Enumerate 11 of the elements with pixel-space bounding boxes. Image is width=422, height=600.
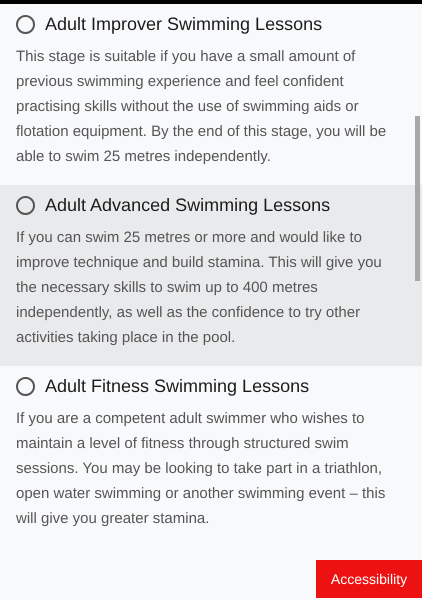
radio-button[interactable] — [16, 14, 35, 34]
option-title: Adult Advanced Swimming Lessons — [45, 194, 330, 217]
radio-button[interactable] — [16, 196, 35, 214]
option-description: If you are a competent adult swimmer who wishes to maintain a level of fitness through structured swim sessions. You may be looking to take part in a triathlon, open water swimming or another swimming event – this will give you greater stamina. — [16, 409, 386, 529]
radio-button[interactable] — [16, 376, 35, 396]
option-description: This stage is suitable if you have a small amount of previous swimming experience and feel confident practising skills without the use of swimming aids or flotation equipment. By the end of this stage, you will be able to swim 25 metres independently. — [16, 47, 388, 167]
option-title: Adult Fitness Swimming Lessons — [45, 374, 310, 398]
option-card[interactable] — [0, 185, 422, 366]
option-description: If you can swim 25 metres or more and would like to improve technique and build stamina. This will give you the necessary skills to swim up to 400 metres independently, as well as the confidence to try other activities taking place in the pool. — [16, 228, 383, 348]
accessibility-button[interactable]: Accessibility — [316, 560, 422, 598]
option-title: Adult Improver Swimming Lessons — [45, 12, 322, 36]
